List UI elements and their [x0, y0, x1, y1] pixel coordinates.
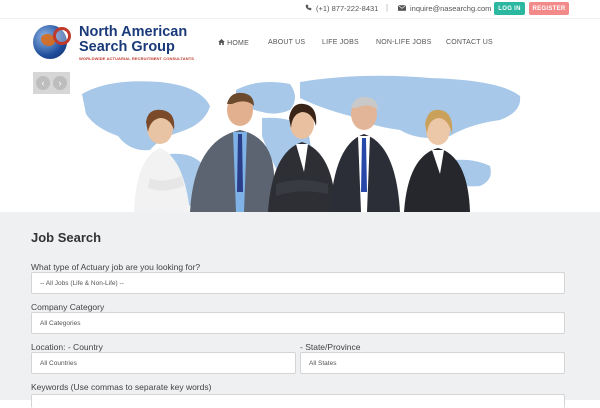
hero-slider: ‹ ›: [0, 72, 600, 212]
nav-contact[interactable]: CONTACT US: [446, 39, 493, 46]
job-search-section: Job Search What type of Actuary job are …: [0, 212, 600, 408]
nav-about[interactable]: ABOUT US: [268, 39, 305, 46]
nav-non-life-jobs[interactable]: NON-LIFE JOBS: [376, 39, 432, 46]
job-type-value: -- All Jobs (Life & Non-Life) --: [40, 279, 124, 287]
logo-name-line2: Search Group: [79, 39, 175, 55]
register-button[interactable]: REGISTER: [529, 2, 569, 15]
slider-next-button[interactable]: ›: [53, 76, 67, 90]
logo-tagline: WORLDWIDE ACTUARIAL RECRUITMENT CONSULTA…: [79, 56, 195, 61]
nav-life-jobs[interactable]: LIFE JOBS: [322, 39, 359, 46]
slider-controls: ‹ ›: [33, 72, 70, 94]
keywords-input[interactable]: [31, 394, 565, 408]
site-header: North American Search Group WORLDWIDE AC…: [0, 18, 600, 72]
job-type-label: What type of Actuary job are you looking…: [31, 262, 201, 272]
job-type-select[interactable]: -- All Jobs (Life & Non-Life) --: [31, 272, 565, 294]
nav-home[interactable]: HOME: [218, 39, 249, 47]
phone-contact[interactable]: (+1) 877-222-8431: [305, 4, 378, 13]
email-address: inquire@nasearchg.com: [410, 4, 492, 13]
state-value: All States: [309, 359, 337, 367]
phone-number: (+1) 877-222-8431: [316, 4, 379, 13]
keywords-label: Keywords (Use commas to separate key wor…: [31, 382, 212, 392]
site-logo[interactable]: North American Search Group WORLDWIDE AC…: [33, 21, 194, 65]
job-search-title: Job Search: [31, 230, 102, 245]
company-category-value: All Categories: [40, 319, 81, 327]
login-button[interactable]: LOG IN: [494, 2, 525, 15]
state-select[interactable]: All States: [300, 352, 565, 374]
phone-icon: [305, 4, 312, 13]
country-select[interactable]: All Countries: [31, 352, 296, 374]
hero-image: [82, 75, 521, 212]
slider-prev-button[interactable]: ‹: [36, 76, 50, 90]
magnifier-icon: [53, 27, 71, 45]
top-bar: (+1) 877-222-8431 | inquire@nasearchg.co…: [0, 0, 600, 18]
logo-name-line1: North American: [79, 24, 188, 40]
email-contact[interactable]: inquire@nasearchg.com: [397, 4, 492, 13]
country-value: All Countries: [40, 359, 77, 367]
envelope-icon: [397, 4, 407, 13]
state-label: - State/Province: [300, 342, 361, 352]
nav-home-label: HOME: [227, 40, 249, 47]
separator: |: [386, 3, 389, 12]
country-label: Location: - Country: [31, 342, 103, 352]
company-category-label: Company Category: [31, 302, 105, 312]
home-icon: [218, 39, 227, 47]
company-category-select[interactable]: All Categories: [31, 312, 565, 334]
